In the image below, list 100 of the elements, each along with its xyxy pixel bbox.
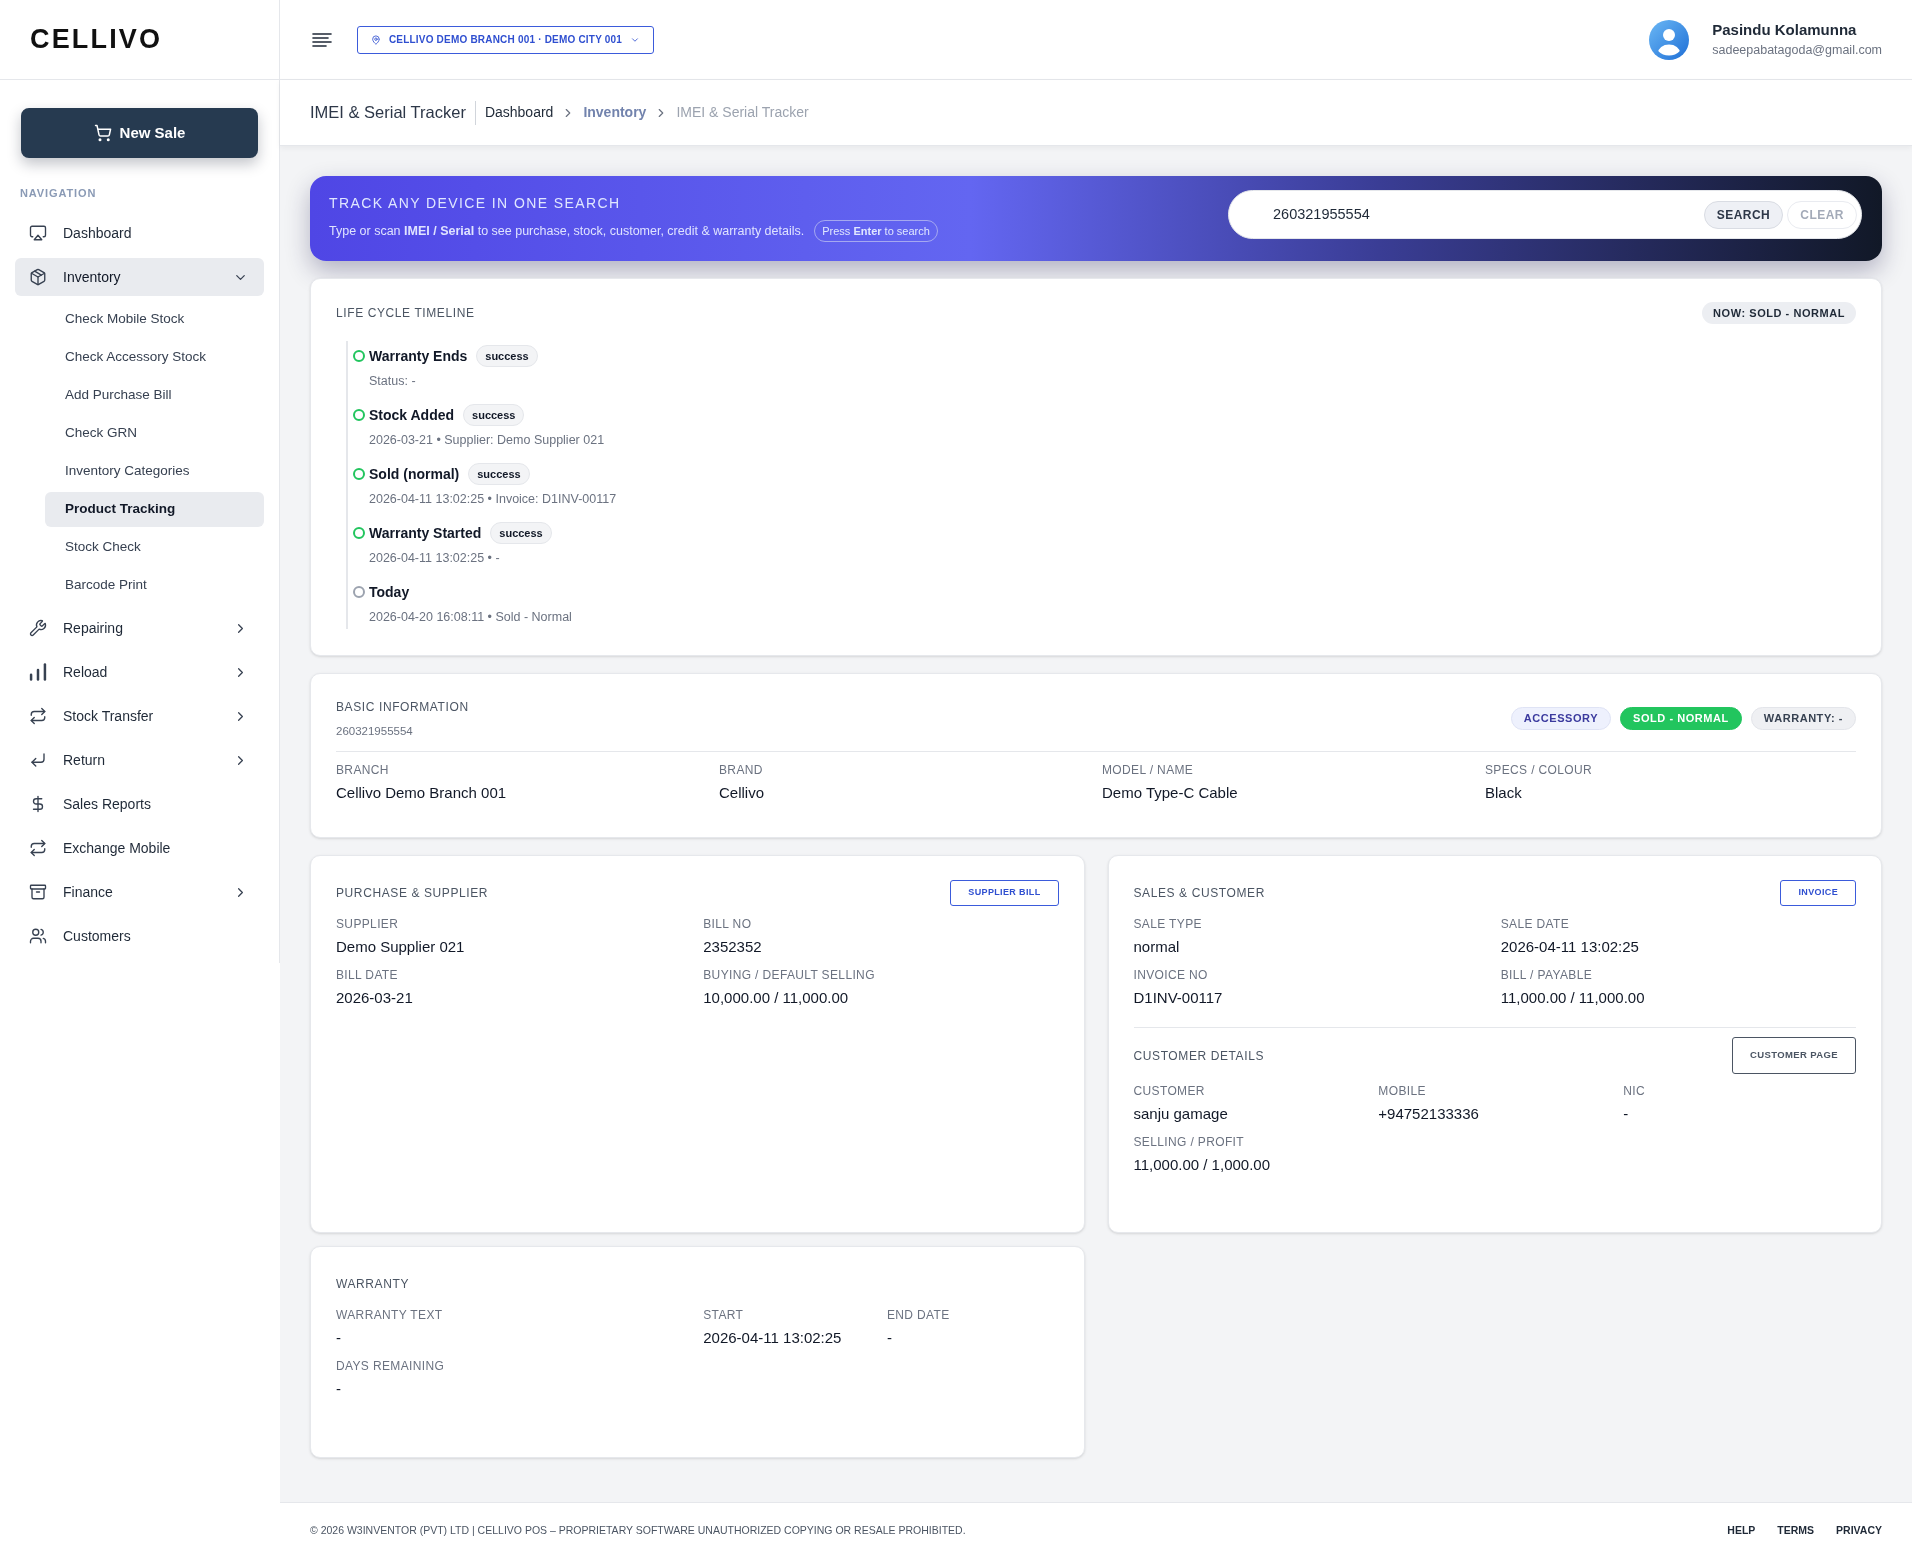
category-tag: ACCESSORY (1510, 707, 1612, 730)
status-badge: success (490, 521, 552, 545)
archive-box-icon (29, 883, 47, 901)
page-title: IMEI & Serial Tracker (310, 102, 466, 124)
new-sale-button[interactable]: New Sale (21, 108, 258, 158)
event-title: Warranty Ends (369, 346, 468, 366)
nav-item[interactable]: Reload (15, 653, 264, 691)
event-title: Warranty Started (369, 523, 482, 543)
field-label: BUYING / DEFAULT SELLING (703, 967, 876, 983)
field-value: 2026-04-11 13:02:25 (1500, 937, 1640, 957)
breadcrumb-current: IMEI & Serial Tracker (676, 103, 809, 122)
field-value: Cellivo (719, 783, 765, 803)
field-label: BILL NO (703, 916, 753, 932)
avatar-icon[interactable] (1649, 19, 1690, 60)
location-pin-icon (371, 33, 381, 46)
event-title: Sold (normal) (369, 464, 460, 484)
event-detail: 2026-03-21 • Supplier: Demo Supplier 021 (369, 432, 606, 449)
loop-arrows-icon (29, 707, 47, 725)
section-title: CUSTOMER DETAILS (1133, 1047, 1264, 1065)
breadcrumb-link[interactable]: Dashboard (484, 102, 554, 123)
menu-icon[interactable] (312, 32, 332, 47)
branch-selector[interactable]: CELLIVO DEMO BRANCH 001 · DEMO CITY 001 (357, 25, 654, 54)
field-label: INVOICE NO (1133, 967, 1209, 983)
copyright-text: © 2026 W3INVENTOR (PVT) LTD | CELLIVO POS – PROPRIETARY SOFTWARE UNAUTHORIZED COPYING OR RESALE PROHIBITED. (310, 1523, 966, 1539)
current-status-badge: NOW: SOLD - NORMAL (1702, 301, 1856, 325)
field-value: 11,000.00 / 11,000.00 (1500, 988, 1646, 1008)
nav-item[interactable]: Dashboard (15, 214, 264, 252)
event-detail: Status: - (369, 373, 417, 390)
field-label: START (703, 1307, 745, 1323)
status-tag: SOLD - NORMAL (1620, 707, 1742, 730)
customer-page-button[interactable]: CUSTOMER PAGE (1732, 1037, 1856, 1074)
nav-subitem[interactable]: Barcode Print (45, 568, 264, 603)
field-value: Black (1485, 783, 1523, 803)
field-value: sanju gamage (1133, 1104, 1229, 1124)
status-badge: success (476, 344, 538, 368)
field-label: CUSTOMER (1133, 1083, 1206, 1099)
section-title: LIFE CYCLE TIMELINE (336, 305, 475, 322)
field-label: SUPPLIER (336, 916, 400, 932)
nav-subitem[interactable]: Check Mobile Stock (45, 302, 264, 337)
nav-item[interactable]: Finance (15, 873, 264, 911)
field-label: BRAND (719, 762, 764, 778)
footer-link[interactable]: TERMS (1777, 1523, 1815, 1539)
field-value: normal (1133, 937, 1181, 957)
imei-number: 260321955554 (336, 724, 414, 738)
nav-item[interactable]: Customers (15, 917, 264, 955)
field-label: BRANCH (336, 762, 390, 778)
nav-subitem[interactable]: Add Purchase Bill (45, 378, 264, 413)
event-title: Stock Added (369, 405, 455, 425)
field-value: - (886, 1328, 893, 1348)
users-icon (29, 927, 47, 945)
box-icon (29, 268, 47, 286)
field-value: D1INV-00117 (1133, 988, 1224, 1008)
field-label: BILL DATE (336, 967, 399, 983)
cart-icon (93, 124, 112, 142)
nav-item[interactable]: Return (15, 741, 264, 779)
search-button[interactable]: SEARCH (1703, 200, 1784, 229)
field-label: DAYS REMAINING (336, 1358, 446, 1374)
warranty-tag: WARRANTY: - (1750, 707, 1856, 730)
field-label: SALE DATE (1500, 916, 1571, 932)
event-title: Today (369, 582, 410, 602)
wrench-icon (29, 619, 47, 637)
nav-item[interactable]: Repairing (15, 609, 264, 647)
nav-subitem[interactable]: Stock Check (45, 530, 264, 565)
field-label: SELLING / PROFIT (1133, 1134, 1245, 1150)
nav-item[interactable]: Inventory (15, 258, 264, 296)
field-value: 2026-04-11 13:02:25 (703, 1328, 843, 1348)
supplier-bill-button[interactable]: SUPPLIER BILL (950, 880, 1059, 906)
user-name: Pasindu Kolamunna (1712, 21, 1858, 39)
field-value: 2026-03-21 (336, 988, 414, 1008)
monitor-icon (29, 224, 47, 242)
nav-item[interactable]: Exchange Mobile (15, 829, 264, 867)
breadcrumb-link[interactable]: Inventory (583, 102, 647, 123)
section-title: BASIC INFORMATION (336, 699, 469, 715)
field-value: - (336, 1328, 342, 1348)
section-title: PURCHASE & SUPPLIER (336, 885, 489, 902)
nav-subitem[interactable]: Check Accessory Stock (45, 340, 264, 375)
field-label: END DATE (886, 1307, 951, 1323)
footer-link[interactable]: PRIVACY (1836, 1523, 1882, 1539)
loop-arrows-icon (29, 839, 47, 857)
invoice-button[interactable]: INVOICE (1780, 880, 1856, 906)
field-label: MODEL / NAME (1102, 762, 1195, 778)
field-value: Cellivo Demo Branch 001 (336, 783, 508, 803)
status-badge: success (463, 403, 525, 427)
brand-logo: CELLIVO (30, 26, 163, 53)
field-value: - (336, 1379, 342, 1399)
footer-link[interactable]: HELP (1727, 1523, 1756, 1539)
nav-item[interactable]: Sales Reports (15, 785, 264, 823)
section-title: SALES & CUSTOMER (1133, 885, 1265, 902)
field-label: SPECS / COLOUR (1485, 762, 1594, 778)
section-title: WARRANTY (336, 1276, 410, 1293)
field-value: 2352352 (703, 937, 763, 957)
field-value: 11,000.00 / 1,000.00 (1133, 1155, 1271, 1175)
nav-subitem[interactable]: Check GRN (45, 416, 264, 451)
banner-title: TRACK ANY DEVICE IN ONE SEARCH (329, 194, 622, 212)
section-label: NAVIGATION (19, 186, 98, 200)
nav-subitem[interactable]: Product Tracking (45, 492, 264, 527)
field-value: Demo Supplier 021 (336, 937, 466, 957)
status-badge: success (468, 462, 530, 486)
nav-subitem[interactable]: Inventory Categories (45, 454, 264, 489)
nav-item[interactable]: Stock Transfer (15, 697, 264, 735)
